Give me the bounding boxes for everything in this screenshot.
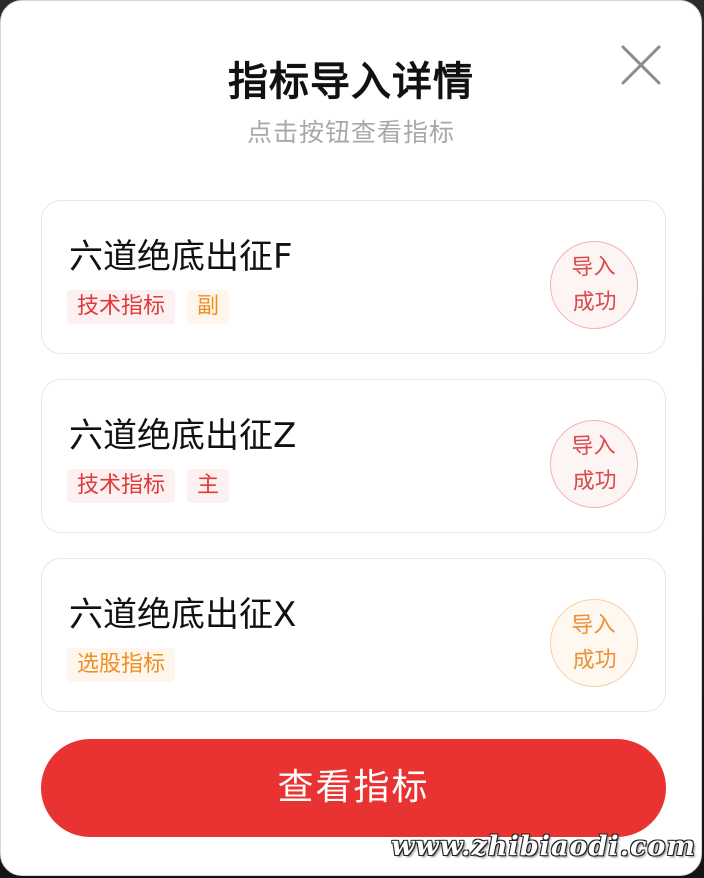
indicator-name: 六道绝底出征X — [69, 595, 297, 635]
stamp-line-1: 导入 — [570, 433, 616, 460]
indicator-tags: 技术指标 主 — [67, 469, 230, 503]
indicator-name: 六道绝底出征Z — [69, 416, 297, 456]
indicator-card: 六道绝底出征X 选股指标 导入 成功 — [41, 558, 666, 712]
indicator-tags: 技术指标 副 — [67, 290, 230, 324]
indicator-type-tag: 技术指标 — [67, 469, 176, 503]
import-success-stamp: 导入 成功 — [548, 597, 640, 689]
indicator-card: 六道绝底出征F 技术指标 副 导入 成功 — [41, 200, 666, 354]
indicator-type-tag: 选股指标 — [67, 648, 176, 682]
close-button[interactable] — [619, 43, 663, 87]
indicator-list: 六道绝底出征F 技术指标 副 导入 成功 六道绝底出征Z 技术指标 主 导入 成… — [41, 200, 666, 737]
stamp-line-2: 成功 — [572, 289, 618, 316]
import-success-stamp: 导入 成功 — [548, 239, 640, 331]
close-icon — [621, 45, 661, 85]
stamp-line-2: 成功 — [572, 468, 618, 495]
indicator-chart-tag: 主 — [187, 469, 230, 503]
indicator-chart-tag: 副 — [187, 290, 230, 324]
indicator-tags: 选股指标 — [67, 648, 176, 682]
indicator-card: 六道绝底出征Z 技术指标 主 导入 成功 — [41, 379, 666, 533]
stamp-line-1: 导入 — [570, 254, 616, 281]
stamp-line-1: 导入 — [570, 612, 616, 639]
dialog-subtitle: 点击按钮查看指标 — [246, 118, 455, 147]
import-success-stamp: 导入 成功 — [548, 418, 640, 510]
indicator-type-tag: 技术指标 — [67, 290, 176, 324]
view-indicators-button[interactable]: 查看指标 — [41, 739, 666, 837]
indicator-name: 六道绝底出征F — [69, 237, 293, 277]
stamp-line-2: 成功 — [572, 647, 618, 674]
dialog-title: 指标导入详情 — [228, 59, 474, 105]
indicator-import-dialog: 指标导入详情 点击按钮查看指标 六道绝底出征F 技术指标 副 导入 成功 六道绝… — [0, 0, 702, 876]
site-watermark: www.zhibiaodi.com — [391, 831, 696, 862]
